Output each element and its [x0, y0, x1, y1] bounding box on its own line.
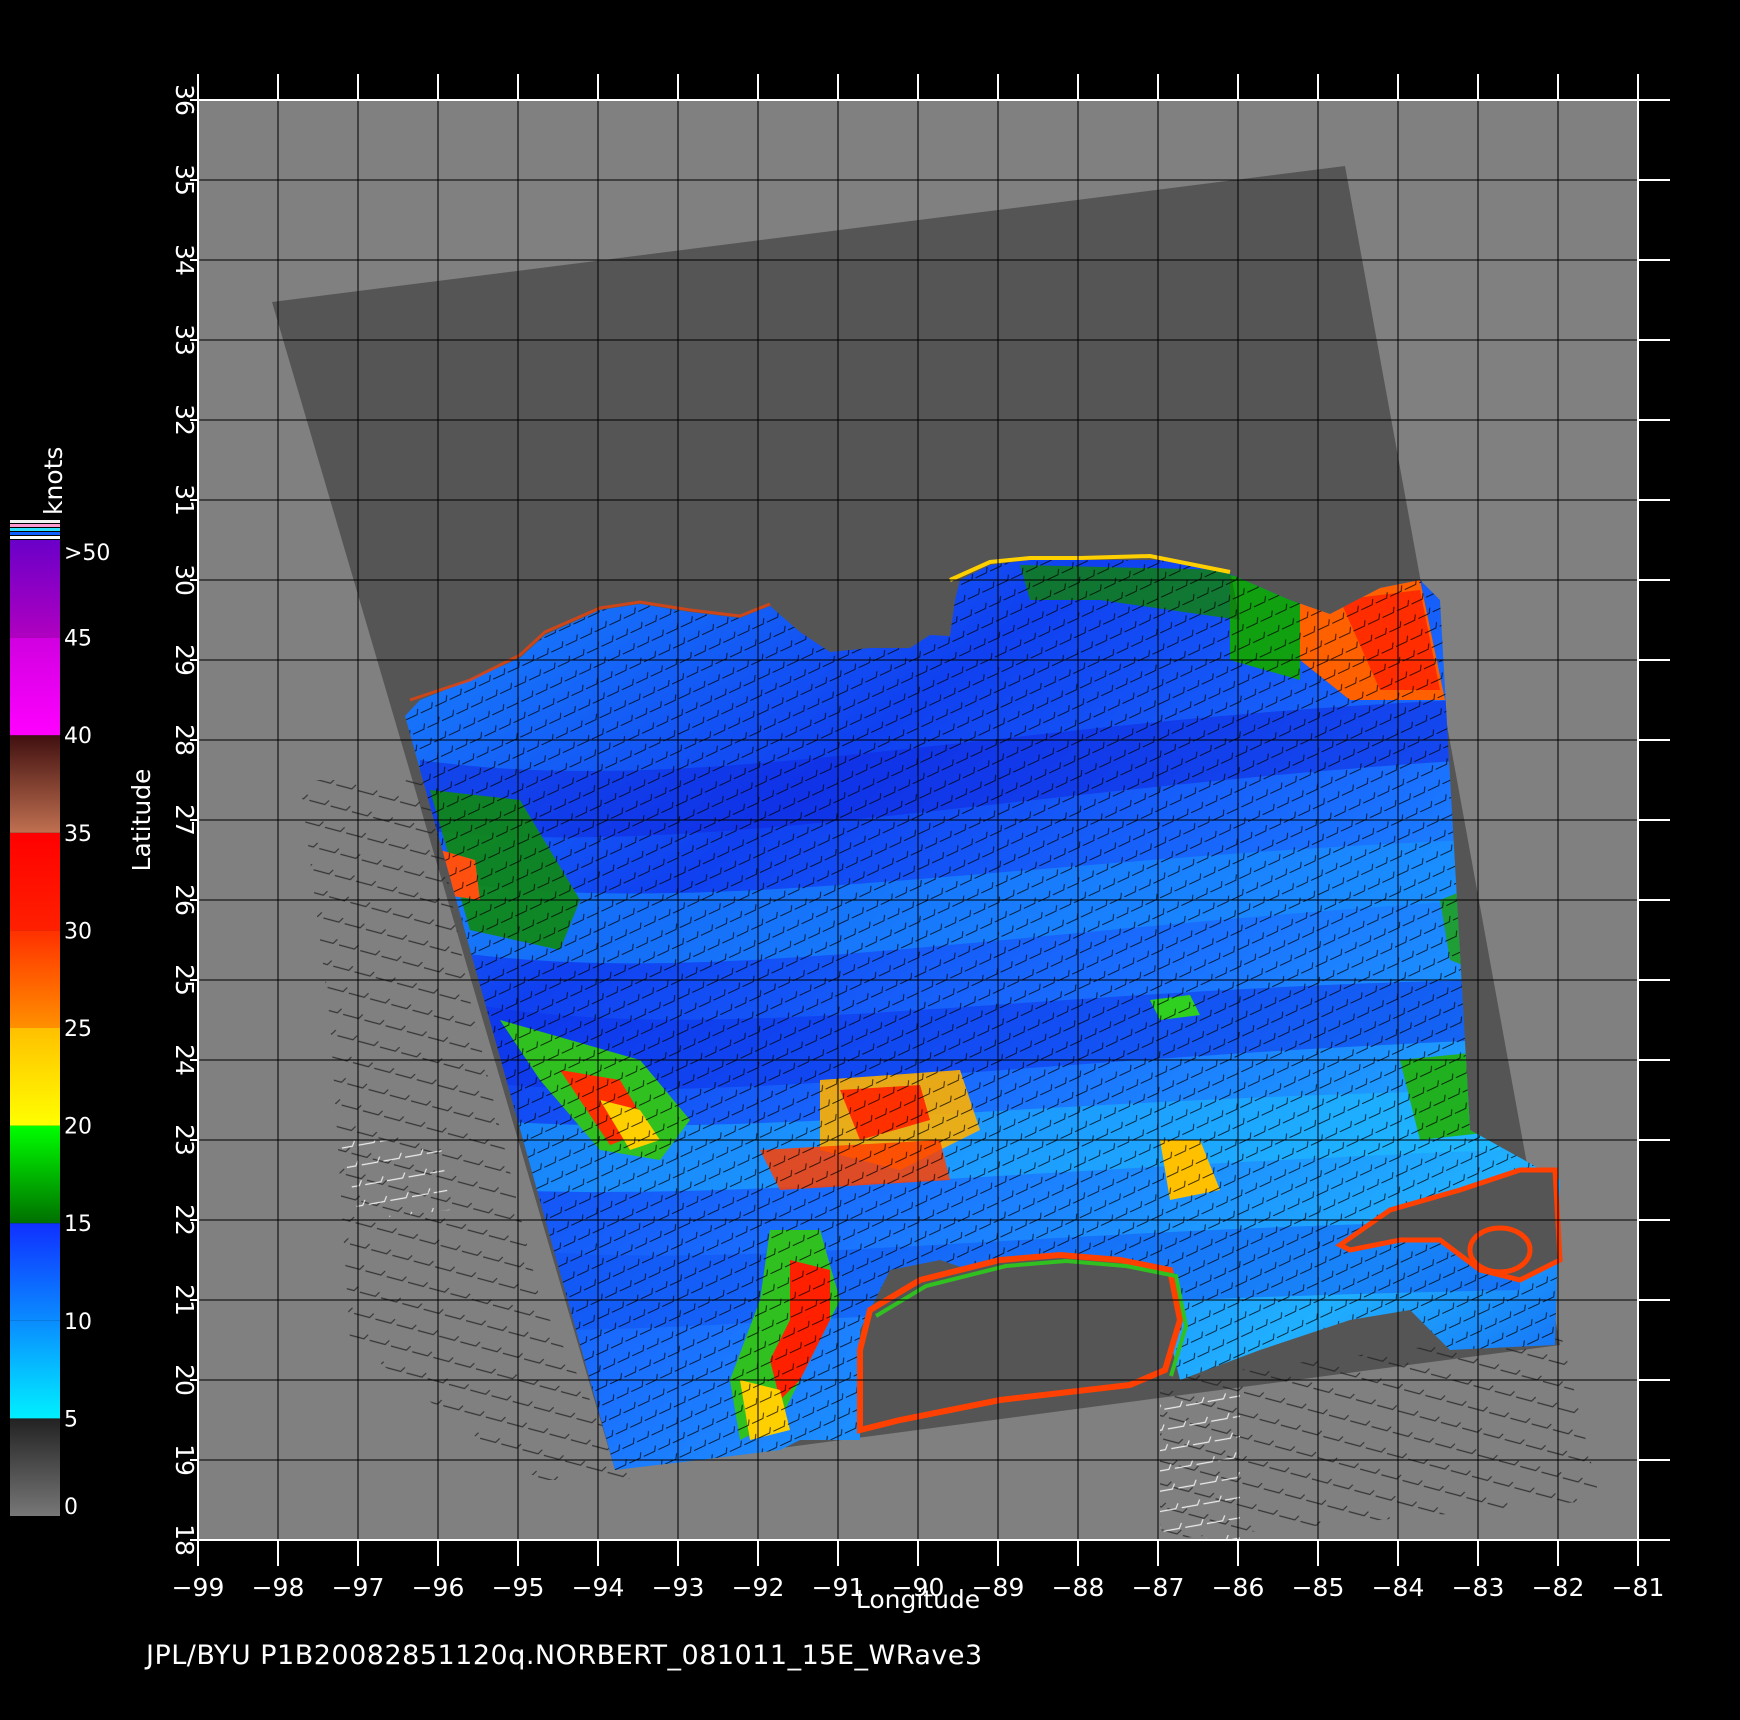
y-tick-label: 22 [170, 1204, 199, 1236]
x-tick-label: −95 [492, 1573, 545, 1602]
colorbar-unit-label: knots [39, 447, 68, 515]
colorbar-label: 40 [64, 724, 92, 749]
colorbar-band [10, 930, 60, 1028]
y-tick-label: 34 [170, 244, 199, 276]
colorbar-label: 20 [64, 1115, 92, 1140]
colorbar-band [10, 1418, 60, 1516]
x-tick-label: −82 [1532, 1573, 1585, 1602]
x-tick-label: −94 [572, 1573, 625, 1602]
x-tick-label: −84 [1372, 1573, 1425, 1602]
colorbar-band [10, 1223, 60, 1321]
colorbar-label: 25 [64, 1017, 92, 1042]
colorbar-overflow-stripe [10, 536, 60, 539]
y-tick-label: 23 [170, 1124, 199, 1156]
y-tick-label: 21 [170, 1284, 199, 1316]
y-tick-label: 28 [170, 724, 199, 756]
colorbar-overflow-stripe [10, 528, 60, 531]
y-tick-label: 35 [170, 164, 199, 196]
x-tick-label: −88 [1052, 1573, 1105, 1602]
colorbar-label: 30 [64, 919, 92, 944]
colorbar-band [10, 1028, 60, 1126]
footer-caption: JPL/BYU P1B20082851120q.NORBERT_081011_1… [146, 1640, 983, 1671]
colorbar-band [10, 1320, 60, 1419]
x-tick-label: −86 [1212, 1573, 1265, 1602]
y-tick-label: 31 [170, 484, 199, 516]
colorbar-label: >50 [64, 541, 110, 566]
x-tick-label: −87 [1132, 1573, 1185, 1602]
x-tick-label: −85 [1292, 1573, 1345, 1602]
wind-barbs-white-southeast [1160, 1390, 1240, 1540]
wind-speed-map-figure: −99 −98 −97 −96 −95 −94 −93 −92 −91 −90 −89 −88 −87−… [10, 74, 1670, 1614]
y-tick-label: 19 [170, 1444, 199, 1476]
x-tick-label: −83 [1452, 1573, 1505, 1602]
y-tick-label: 26 [170, 884, 199, 916]
colorbar-label: 0 [64, 1495, 78, 1520]
y-tick-label: 32 [170, 404, 199, 436]
y-tick-label: 29 [170, 644, 199, 676]
x-tick-label: −92 [732, 1573, 785, 1602]
colorbar-label: 15 [64, 1212, 92, 1237]
x-tick-label: −93 [652, 1573, 705, 1602]
x-tick-label: −98 [252, 1573, 305, 1602]
colorbar-label: 35 [64, 822, 92, 847]
y-tick-label: 20 [170, 1364, 199, 1396]
y-tick-label: 24 [170, 1044, 199, 1076]
y-tick-label: 18 [170, 1524, 199, 1556]
colorbar-overflow-stripe [10, 532, 60, 535]
colorbar-label: 45 [64, 627, 92, 652]
colorbar-overflow-stripe [10, 524, 60, 527]
colorbar-label: 5 [64, 1407, 78, 1432]
x-tick-label: −97 [332, 1573, 385, 1602]
y-axis-title: Latitude [127, 769, 156, 872]
y-tick-label: 27 [170, 804, 199, 836]
y-tick-label: 33 [170, 324, 199, 356]
colorbar-band [10, 735, 60, 833]
colorbar-band [10, 540, 60, 638]
colorbar-band [10, 832, 60, 931]
y-tick-label: 30 [170, 564, 199, 596]
x-axis-title: Longitude [856, 1585, 980, 1614]
y-tick-label: 36 [170, 84, 199, 116]
colorbar-label: 10 [64, 1310, 92, 1335]
x-tick-label: −99 [172, 1573, 225, 1602]
colorbar-band [10, 1125, 60, 1224]
y-tick-label: 25 [170, 964, 199, 996]
x-tick-label: −81 [1612, 1573, 1665, 1602]
colorbar-overflow-stripe [10, 520, 60, 523]
colorbar: 0 5 10 15 20 25 30 35 40 45 >50 [10, 520, 110, 1520]
colorbar-band [10, 637, 60, 736]
x-tick-label: −96 [412, 1573, 465, 1602]
